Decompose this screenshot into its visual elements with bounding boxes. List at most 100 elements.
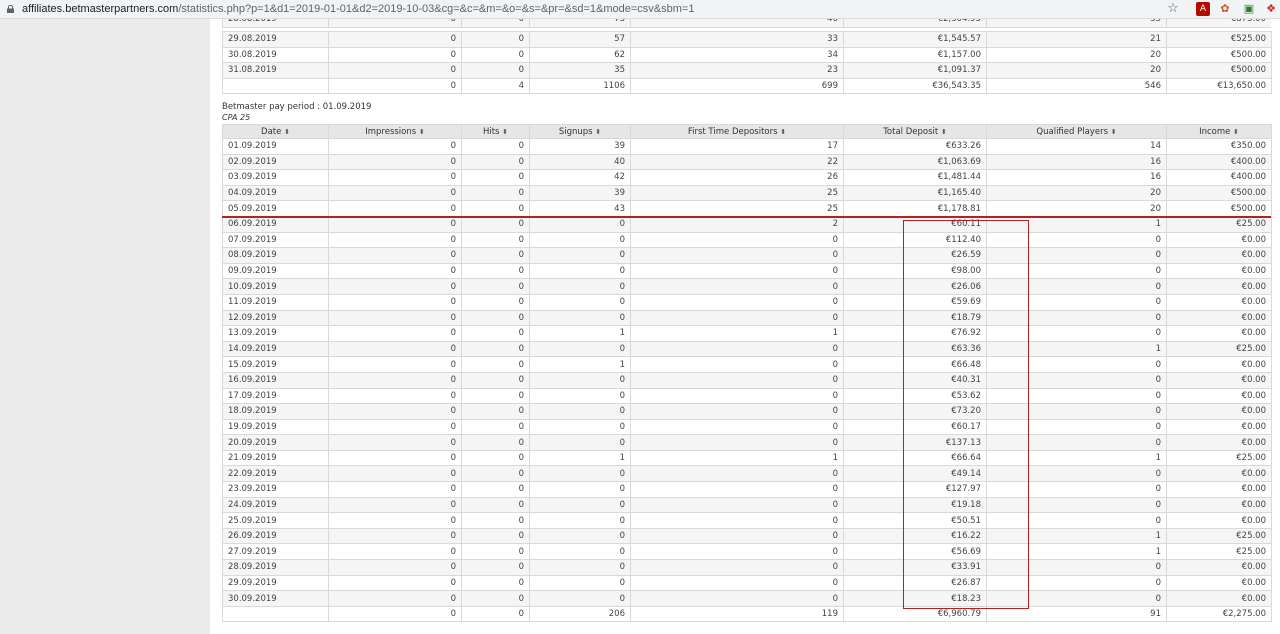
pdf-extension-icon[interactable]: A: [1196, 2, 1210, 16]
signups-cell: 0: [529, 387, 631, 405]
column-header[interactable]: First Time Depositors ⬍: [630, 124, 844, 139]
impressions-cell: 0: [328, 46, 462, 64]
date-cell: 23.09.2019: [222, 481, 329, 498]
income-cell: €0.00: [1166, 559, 1272, 576]
ftd-cell: 0: [630, 559, 844, 576]
date-cell: 28.08.2019: [222, 19, 329, 28]
date-cell: 08.09.2019: [222, 247, 329, 264]
ftd-cell: 40: [630, 19, 844, 28]
impressions-cell: 0: [328, 527, 462, 545]
hits-cell: 0: [461, 340, 530, 358]
income-cell: €0.00: [1166, 574, 1272, 592]
impressions-cell: 0: [328, 387, 462, 405]
sort-icon[interactable]: ⬍: [502, 128, 508, 136]
hits-cell: 0: [461, 169, 530, 186]
impressions-cell: 0: [328, 309, 462, 327]
column-header[interactable]: Income ⬍: [1166, 124, 1272, 139]
column-header[interactable]: Hits ⬍: [461, 124, 530, 139]
impressions-cell: 0: [328, 77, 462, 95]
date-cell: 04.09.2019: [222, 184, 329, 202]
income-cell: €0.00: [1166, 418, 1272, 436]
sort-icon[interactable]: ⬍: [1111, 128, 1117, 136]
hits-cell: 0: [461, 200, 530, 217]
total-deposit-cell: €1,063.69: [843, 153, 987, 171]
signups-cell: 1106: [529, 77, 631, 95]
sort-icon[interactable]: ⬍: [595, 128, 601, 136]
table-row: 15.09.2019 0 0 1 0 €66.48 0 €0.00: [222, 356, 1272, 373]
url-path: /statistics.php?p=1&d1=2019-01-01&d2=201…: [178, 3, 695, 15]
qualified-players-cell: 16: [986, 153, 1167, 171]
impressions-cell: 0: [328, 403, 462, 420]
income-cell: €0.00: [1166, 590, 1272, 607]
hits-cell: 0: [461, 371, 530, 389]
address-bar[interactable]: affiliates.betmasterpartners.com/statist…: [0, 0, 1280, 19]
hits-cell: 0: [461, 278, 530, 295]
table-row: 29.08.2019 0 0 57 33 €1,545.57 21 €525.00: [222, 31, 1272, 48]
signups-cell: 1: [529, 356, 631, 373]
sort-icon[interactable]: ⬍: [1233, 128, 1239, 136]
column-header[interactable]: Impressions ⬍: [328, 124, 462, 139]
hits-cell: 0: [461, 465, 530, 483]
income-cell: €350.00: [1166, 138, 1272, 155]
date-cell: 12.09.2019: [222, 309, 329, 327]
income-cell: €0.00: [1166, 325, 1272, 342]
income-cell: €0.00: [1166, 356, 1272, 373]
ftd-cell: 119: [630, 605, 844, 623]
column-header[interactable]: Total Deposit ⬍: [843, 124, 987, 139]
ftd-cell: 0: [630, 543, 844, 561]
ftd-cell: 0: [630, 309, 844, 327]
hits-cell: 0: [461, 262, 530, 280]
total-deposit-cell: €36,543.35: [843, 77, 987, 95]
total-row: 0 0 206 119 €6,960.79 91 €2,275.00: [222, 605, 1272, 623]
table-row: 25.09.2019 0 0 0 0 €50.51 0 €0.00: [222, 512, 1272, 529]
impressions-cell: 0: [328, 62, 462, 79]
signups-cell: 39: [529, 184, 631, 202]
table-row: 27.09.2019 0 0 0 0 €56.69 1 €25.00: [222, 543, 1272, 561]
sort-icon[interactable]: ⬍: [780, 128, 786, 136]
period-title: Betmaster pay period : 01.09.2019: [222, 102, 372, 112]
impressions-cell: 0: [328, 184, 462, 202]
sort-icon[interactable]: ⬍: [419, 128, 425, 136]
ftd-cell: 0: [630, 247, 844, 264]
column-header[interactable]: Qualified Players ⬍: [986, 124, 1167, 139]
sort-icon[interactable]: ⬍: [284, 128, 290, 136]
qualified-players-cell: 14: [986, 138, 1167, 155]
ftd-cell: 17: [630, 138, 844, 155]
ftd-cell: 0: [630, 387, 844, 405]
extension-badge-icon[interactable]: ▣: [1242, 2, 1256, 16]
sort-icon[interactable]: ⬍: [941, 128, 947, 136]
ftd-cell: 0: [630, 278, 844, 295]
date-cell: [222, 77, 329, 95]
ftd-cell: 25: [630, 200, 844, 217]
impressions-cell: 0: [328, 231, 462, 249]
date-cell: 16.09.2019: [222, 371, 329, 389]
url-text[interactable]: affiliates.betmasterpartners.com/statist…: [22, 3, 694, 15]
hits-cell: 0: [461, 527, 530, 545]
hits-cell: 0: [461, 153, 530, 171]
star-icon[interactable]: ☆: [1166, 2, 1180, 16]
ftd-cell: 0: [630, 496, 844, 514]
impressions-cell: 0: [328, 418, 462, 436]
table-row: 16.09.2019 0 0 0 0 €40.31 0 €0.00: [222, 371, 1272, 389]
impressions-cell: 0: [328, 169, 462, 186]
date-cell: 17.09.2019: [222, 387, 329, 405]
income-cell: €400.00: [1166, 169, 1272, 186]
date-cell: 31.08.2019: [222, 62, 329, 79]
column-header[interactable]: Signups ⬍: [529, 124, 631, 139]
impressions-cell: 0: [328, 371, 462, 389]
ftd-cell: 0: [630, 590, 844, 607]
signups-cell: 0: [529, 527, 631, 545]
date-cell: 21.09.2019: [222, 449, 329, 467]
column-header-label: First Time Depositors: [687, 126, 778, 137]
income-cell: €25.00: [1166, 449, 1272, 467]
table-row: 06.09.2019 0 0 0 2 €60.11 1 €25.00: [222, 215, 1272, 233]
date-cell: 15.09.2019: [222, 356, 329, 373]
table-row: 24.09.2019 0 0 0 0 €19.18 0 €0.00: [222, 496, 1272, 514]
signups-cell: 0: [529, 496, 631, 514]
column-header[interactable]: Date ⬍: [222, 124, 329, 139]
impressions-cell: 0: [328, 138, 462, 155]
table-row: 28.08.2019 0 0 73 40 €2,304.95 35 €875.00: [222, 19, 1271, 28]
impressions-cell: 0: [328, 496, 462, 514]
extension-puzzle-icon[interactable]: ❖: [1264, 2, 1278, 16]
extension-icon[interactable]: ✿: [1218, 2, 1232, 16]
